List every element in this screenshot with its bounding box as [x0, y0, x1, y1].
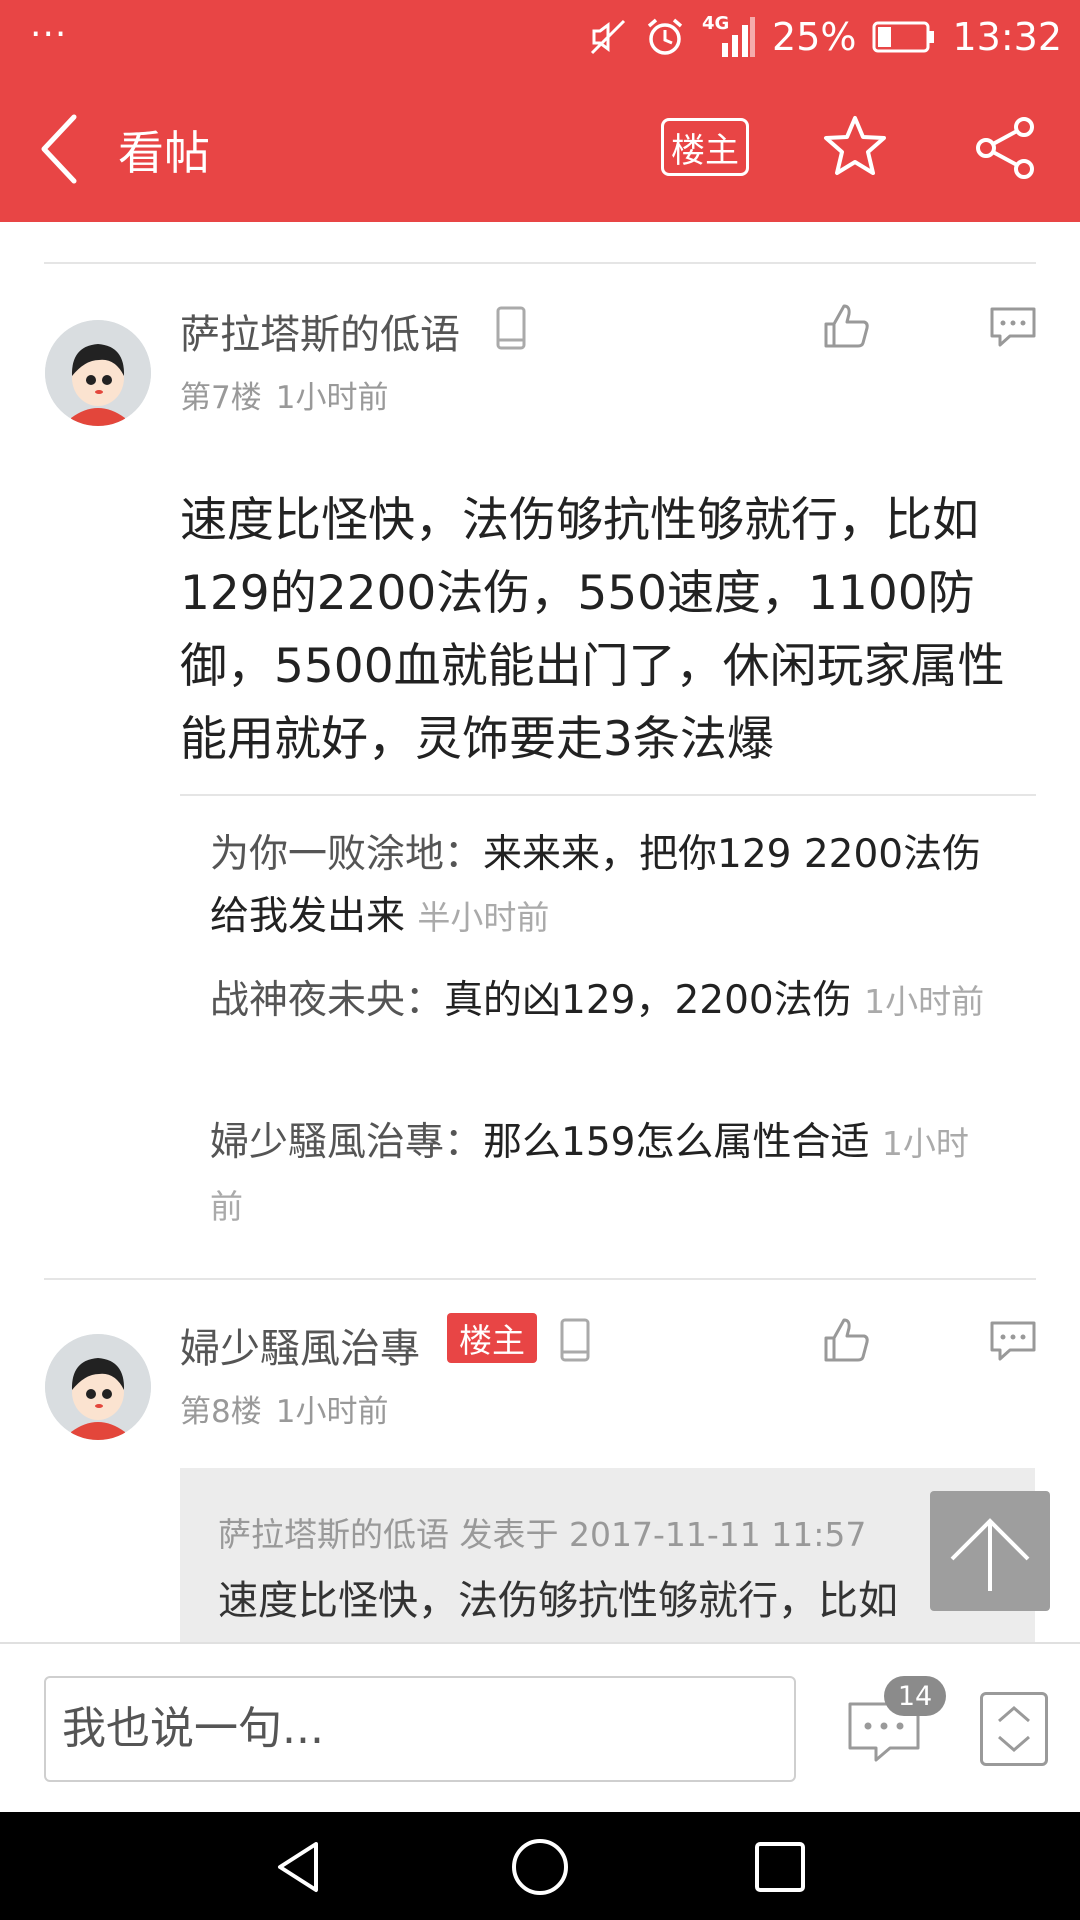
app-header: 看帖 楼主: [0, 75, 1080, 222]
like-icon[interactable]: [822, 1316, 870, 1364]
status-bar: ··· 4G 25% 13:32: [0, 0, 1080, 75]
divider: [44, 1278, 1036, 1280]
clock: 13:32: [952, 15, 1062, 59]
quote-text: 速度比怪快，法伤够抗性够就行，比如: [218, 1578, 898, 1624]
nav-home-icon[interactable]: [509, 1836, 571, 1898]
post-time: 1小时前: [275, 380, 389, 416]
reply-text: 真的凶129，2200法伤: [444, 978, 852, 1023]
op-badge: 楼主: [447, 1313, 537, 1363]
share-icon[interactable]: [972, 115, 1038, 181]
quote-header: 萨拉塔斯的低语 发表于 2017-11-11 11:57: [218, 1515, 867, 1554]
floor-number: 第7楼: [180, 380, 262, 416]
page-nav-icon[interactable]: [980, 1692, 1048, 1766]
username[interactable]: 萨拉塔斯的低语: [180, 302, 460, 360]
reply-item[interactable]: 战神夜未央：真的凶129，2200法伤 1小时前: [210, 970, 1000, 1033]
floor-number: 第8楼: [180, 1394, 262, 1430]
reply-author[interactable]: 为你一败涂地：: [210, 832, 483, 877]
nav-recents-icon[interactable]: [749, 1836, 811, 1898]
post-body: 速度比怪快，法伤够抗性够就行，比如129的2200法伤，550速度，1100防御…: [180, 493, 1005, 767]
phone-icon: [496, 306, 526, 350]
system-nav-bar: [0, 1812, 1080, 1920]
comment-icon[interactable]: [988, 306, 1038, 348]
reply-item[interactable]: 为你一败涂地：来来来，把你129 2200法伤给我发出来 半小时前: [210, 824, 1000, 949]
alarm-icon: [644, 16, 686, 58]
reply-item[interactable]: 婦少騷風治專：那么159怎么属性合适 1小时前: [210, 1112, 1000, 1238]
like-icon[interactable]: [822, 302, 870, 350]
reply-author[interactable]: 战神夜未央：: [210, 978, 444, 1023]
reply-text: 那么159怎么属性合适: [483, 1120, 870, 1165]
battery-icon: [872, 19, 936, 55]
scroll-top-icon[interactable]: [930, 1491, 1050, 1611]
nav-back-icon[interactable]: [270, 1836, 332, 1898]
post-meta: 第7楼 1小时前: [180, 372, 388, 417]
post-time: 1小时前: [275, 1394, 389, 1430]
reply-input[interactable]: 我也说一句...: [44, 1676, 796, 1782]
phone-icon: [560, 1318, 590, 1362]
star-icon[interactable]: [822, 113, 888, 179]
comment-count-badge: 14: [884, 1676, 946, 1716]
reply-time: 1小时前: [864, 982, 985, 1021]
battery-percent: 25%: [772, 15, 857, 59]
reply-author[interactable]: 婦少騷風治專：: [210, 1120, 483, 1165]
reply-bar: 我也说一句... 14: [0, 1642, 1080, 1812]
mute-icon: [588, 17, 628, 57]
divider: [180, 794, 1036, 796]
avatar[interactable]: [45, 1334, 151, 1440]
post-thread[interactable]: 萨拉塔斯的低语 第7楼 1小时前 速度比怪快，法伤够抗性够就行，比如129的220…: [0, 222, 1080, 1642]
notification-dots: ···: [30, 14, 68, 55]
post-meta: 第8楼 1小时前: [180, 1386, 388, 1431]
back-icon[interactable]: [36, 111, 86, 187]
only-op-button[interactable]: 楼主: [661, 118, 749, 176]
divider: [44, 262, 1036, 264]
username[interactable]: 婦少騷風治專: [180, 1316, 420, 1374]
page-title: 看帖: [118, 126, 210, 180]
avatar[interactable]: [45, 320, 151, 426]
reply-time: 半小时前: [417, 898, 550, 937]
signal-icon: 4G: [702, 13, 756, 59]
comment-icon[interactable]: [988, 1320, 1038, 1362]
quote-box[interactable]: 萨拉塔斯的低语 发表于 2017-11-11 11:57 速度比怪快，法伤够抗性…: [180, 1468, 1035, 1642]
